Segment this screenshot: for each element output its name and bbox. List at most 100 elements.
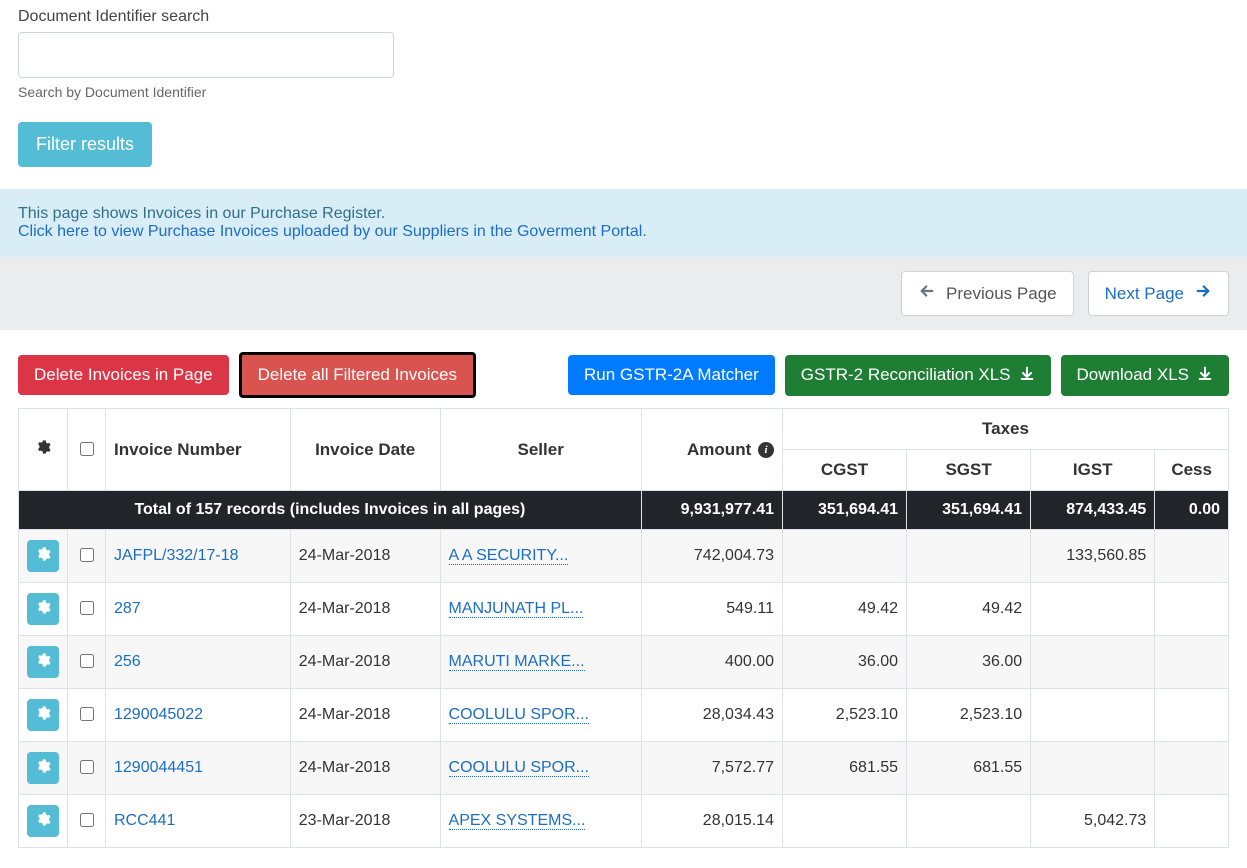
cgst-cell: 36.00 [782,636,906,689]
cgst-cell [782,530,906,583]
header-cess: Cess [1155,450,1229,491]
invoice-number-link[interactable]: 1290045022 [114,706,203,723]
sgst-cell: 681.55 [907,742,1031,795]
row-checkbox[interactable] [80,654,94,668]
seller-link[interactable]: MARUTI MARKE... [449,653,585,671]
totals-igst: 874,433.45 [1031,491,1155,530]
pagination-bar: Previous Page Next Page [0,257,1247,330]
row-actions-button[interactable] [27,699,59,731]
invoice-number-link[interactable]: 256 [114,653,141,670]
download-icon [1197,365,1213,386]
invoice-date-cell: 24-Mar-2018 [290,742,440,795]
sgst-cell [907,530,1031,583]
row-actions-button[interactable] [27,805,59,837]
header-amount-label: Amount [687,440,751,459]
invoice-date-cell: 24-Mar-2018 [290,636,440,689]
table-row: JAFPL/332/17-1824-Mar-2018A A SECURITY..… [19,530,1229,583]
previous-page-button[interactable]: Previous Page [901,271,1074,316]
row-checkbox[interactable] [80,548,94,562]
seller-link[interactable]: MANJUNATH PL... [449,600,584,618]
table-row: 28724-Mar-2018MANJUNATH PL...549.1149.42… [19,583,1229,636]
amount-cell: 742,004.73 [641,530,782,583]
row-actions-button[interactable] [27,540,59,572]
seller-link[interactable]: APEX SYSTEMS... [449,812,586,830]
delete-all-filtered-invoices-button[interactable]: Delete all Filtered Invoices [239,352,476,398]
run-gstr-2a-matcher-button[interactable]: Run GSTR-2A Matcher [568,355,775,395]
invoice-number-link[interactable]: 1290044451 [114,759,203,776]
igst-cell [1031,583,1155,636]
document-identifier-input[interactable] [18,32,394,78]
amount-cell: 549.11 [641,583,782,636]
cess-cell [1155,530,1229,583]
amount-cell: 7,572.77 [641,742,782,795]
info-banner: This page shows Invoices in our Purchase… [0,189,1247,257]
totals-sgst: 351,694.41 [907,491,1031,530]
gear-icon [35,811,51,832]
amount-cell: 400.00 [641,636,782,689]
info-link-supplier-invoices[interactable]: Click here to view Purchase Invoices upl… [18,223,647,240]
gear-icon [35,652,51,673]
sgst-cell [907,795,1031,848]
download-xls-label: Download XLS [1077,365,1189,385]
header-invoice-number: Invoice Number [106,409,291,491]
arrow-right-icon [1194,282,1212,305]
totals-label: Total of 157 records (includes Invoices … [19,491,642,530]
filter-results-button[interactable]: Filter results [18,122,152,167]
info-icon[interactable]: i [758,442,774,458]
row-checkbox[interactable] [80,601,94,615]
header-sgst: SGST [907,450,1031,491]
previous-page-label: Previous Page [946,284,1057,304]
totals-amount: 9,931,977.41 [641,491,782,530]
cgst-cell: 49.42 [782,583,906,636]
header-igst: IGST [1031,450,1155,491]
download-icon [1019,365,1035,386]
gear-icon [35,546,51,567]
arrow-left-icon [918,282,936,305]
header-seller: Seller [440,409,641,491]
invoice-number-link[interactable]: JAFPL/332/17-18 [114,547,239,564]
row-checkbox[interactable] [80,813,94,827]
seller-link[interactable]: COOLULU SPOR... [449,706,589,724]
igst-cell [1031,689,1155,742]
header-checkbox [68,409,106,491]
invoice-number-link[interactable]: RCC441 [114,812,175,829]
invoice-date-cell: 24-Mar-2018 [290,689,440,742]
totals-row: Total of 157 records (includes Invoices … [19,491,1229,530]
header-invoice-date: Invoice Date [290,409,440,491]
gstr-2-reconciliation-xls-button[interactable]: GSTR-2 Reconciliation XLS [785,355,1051,396]
row-actions-button[interactable] [27,752,59,784]
delete-invoices-in-page-button[interactable]: Delete Invoices in Page [18,355,229,395]
cgst-cell: 681.55 [782,742,906,795]
invoice-date-cell: 23-Mar-2018 [290,795,440,848]
header-cgst: CGST [782,450,906,491]
row-checkbox[interactable] [80,707,94,721]
header-taxes: Taxes [782,409,1228,450]
recon-xls-label: GSTR-2 Reconciliation XLS [801,365,1011,385]
next-page-label: Next Page [1105,284,1184,304]
table-row: RCC44123-Mar-2018APEX SYSTEMS...28,015.1… [19,795,1229,848]
totals-cgst: 351,694.41 [782,491,906,530]
sgst-cell: 36.00 [907,636,1031,689]
next-page-button[interactable]: Next Page [1088,271,1229,316]
cess-cell [1155,636,1229,689]
invoice-number-link[interactable]: 287 [114,600,141,617]
row-actions-button[interactable] [27,646,59,678]
sgst-cell: 2,523.10 [907,689,1031,742]
seller-link[interactable]: COOLULU SPOR... [449,759,589,777]
search-help-text: Search by Document Identifier [18,84,1229,100]
igst-cell: 133,560.85 [1031,530,1155,583]
info-text: This page shows Invoices in our Purchase… [18,205,1229,223]
download-xls-button[interactable]: Download XLS [1061,355,1229,396]
select-all-checkbox[interactable] [80,442,94,456]
sgst-cell: 49.42 [907,583,1031,636]
row-checkbox[interactable] [80,760,94,774]
seller-link[interactable]: A A SECURITY... [449,547,569,565]
invoices-table: Invoice Number Invoice Date Seller Amoun… [18,408,1229,848]
action-bar: Delete Invoices in Page Delete all Filte… [0,330,1247,408]
row-actions-button[interactable] [27,593,59,625]
gear-icon [35,440,51,459]
cgst-cell: 2,523.10 [782,689,906,742]
cess-cell [1155,689,1229,742]
totals-cess: 0.00 [1155,491,1229,530]
cess-cell [1155,583,1229,636]
